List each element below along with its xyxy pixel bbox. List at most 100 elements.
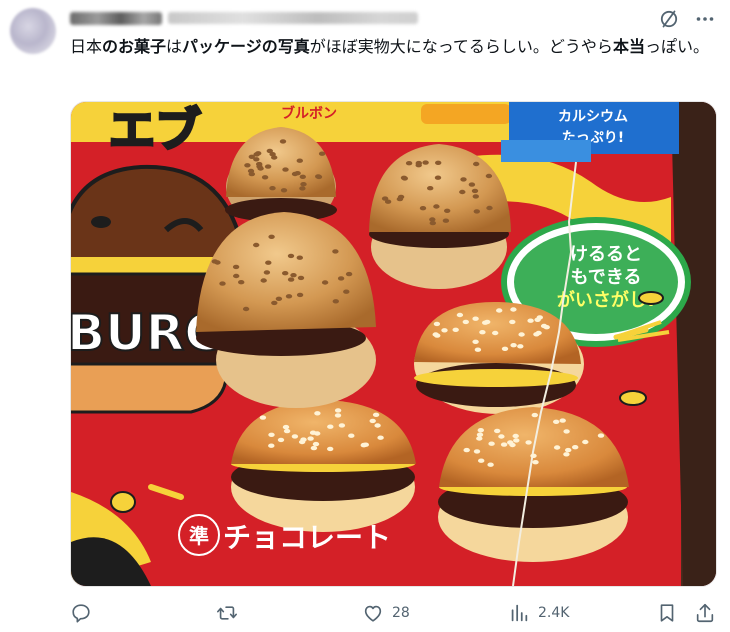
bar-chart-icon — [511, 604, 528, 622]
sesame-seed — [232, 264, 240, 270]
sesame-seed — [527, 318, 534, 323]
sesame-seed — [315, 174, 323, 180]
like-count: 28 — [392, 605, 410, 621]
bookmark-icon — [660, 604, 674, 622]
sesame-seed — [312, 441, 320, 447]
sesame-seed — [381, 196, 389, 201]
sesame-seed — [327, 446, 334, 452]
sesame-seed — [405, 161, 413, 166]
sesame-seed — [296, 255, 303, 260]
views-count: 2.4K — [538, 605, 570, 621]
package-title: エブ — [108, 102, 203, 159]
sesame-seed — [299, 186, 306, 191]
sesame-seed — [266, 148, 273, 154]
sesame-seed — [500, 442, 508, 447]
heart-icon — [364, 605, 382, 622]
sesame-seed — [282, 271, 289, 276]
sesame-seed — [485, 173, 493, 179]
sesame-seed — [553, 445, 561, 450]
sesame-seed — [513, 438, 520, 443]
sesame-seed — [238, 280, 245, 285]
sesame-seed — [264, 164, 272, 169]
more-dots-icon[interactable] — [694, 8, 716, 30]
sesame-seed — [472, 194, 479, 199]
sesame-seed — [261, 175, 269, 180]
sesame-seed — [429, 220, 436, 226]
sesame-seed — [452, 327, 459, 332]
sesame-seed — [473, 209, 480, 214]
user-line — [70, 10, 418, 26]
bookmark-button[interactable] — [656, 600, 678, 626]
sesame-seed — [290, 273, 297, 278]
sesame-seed — [468, 182, 476, 187]
tweet-top-actions — [658, 8, 716, 30]
sesame-seed — [400, 175, 408, 180]
sesame-seed — [343, 289, 350, 294]
sesame-seed — [419, 206, 427, 211]
sesame-seed — [473, 449, 481, 454]
sesame-seed — [338, 423, 346, 428]
tweet-text: 日本のお菓子はパッケージの写真がほぼ実物大になってるらしい。どうやら本当っぽい。 — [70, 34, 710, 60]
sesame-seed — [291, 434, 299, 439]
sesame-seed — [432, 332, 439, 337]
sesame-seed — [484, 319, 491, 325]
sesame-seed — [460, 177, 467, 182]
sesame-seed — [307, 436, 314, 441]
sesame-seed — [279, 139, 287, 144]
like-button[interactable]: 28 — [362, 600, 410, 626]
sesame-seed — [442, 218, 450, 223]
reply-button[interactable] — [70, 600, 100, 626]
sesame-seed — [298, 439, 306, 445]
bubble-line-2: もできる — [571, 267, 642, 288]
sesame-seed — [518, 332, 525, 337]
sesame-seed — [287, 253, 295, 259]
sesame-seed — [268, 443, 275, 448]
sesame-seed — [478, 458, 485, 463]
seal-char: 準 — [189, 524, 209, 548]
sesame-seed — [434, 175, 442, 180]
sesame-seed — [300, 182, 307, 187]
sesame-seed — [474, 347, 482, 352]
sesame-seed — [512, 433, 519, 439]
sesame-seed — [377, 435, 384, 440]
avatar[interactable] — [10, 8, 56, 54]
sesame-seed — [299, 174, 306, 179]
sesame-seed — [348, 433, 355, 438]
tweet-photo[interactable]: エブ ブルボン カルシウム たっぷり! けるると もできる がいさがし! BUR… — [70, 101, 717, 587]
sesame-seed — [337, 276, 345, 281]
sesame-seed — [488, 441, 495, 446]
sesame-seed — [510, 307, 517, 312]
sesame-seed — [285, 294, 293, 299]
sesame-seed — [275, 296, 283, 301]
views-button[interactable]: 2.4K — [508, 600, 569, 626]
sesame-seed — [282, 424, 290, 430]
sesame-seed — [244, 163, 251, 168]
sesame-seed — [334, 413, 342, 418]
sesame-seed — [374, 423, 381, 428]
retweet-button[interactable] — [216, 600, 246, 626]
sesame-seed — [332, 249, 339, 254]
sesame-seed — [559, 418, 566, 423]
sesame-seed — [496, 308, 503, 313]
sesame-seed — [211, 259, 218, 264]
sesame-seed — [265, 260, 272, 265]
sesame-seed — [372, 412, 380, 417]
sesame-seed — [219, 281, 226, 286]
sesame-seed — [535, 330, 542, 336]
sesame-seed — [530, 453, 537, 458]
sesame-seed — [476, 432, 484, 437]
share-button[interactable] — [694, 600, 716, 626]
sesame-seed — [540, 323, 548, 329]
sesame-seed — [233, 273, 240, 279]
tweet-text-segment: パッケージの写真 — [182, 37, 310, 56]
sesame-seed — [532, 460, 539, 465]
grok-slash-icon[interactable] — [658, 8, 680, 30]
retweet-arrows-icon — [217, 606, 237, 620]
handle-blurred[interactable] — [168, 12, 418, 24]
display-name-blurred[interactable] — [70, 11, 162, 25]
sesame-seed — [477, 428, 484, 433]
sesame-seed — [463, 447, 470, 453]
reply-bubble-icon — [72, 604, 90, 623]
sesame-seed — [259, 415, 267, 420]
sesame-seed — [531, 412, 538, 418]
